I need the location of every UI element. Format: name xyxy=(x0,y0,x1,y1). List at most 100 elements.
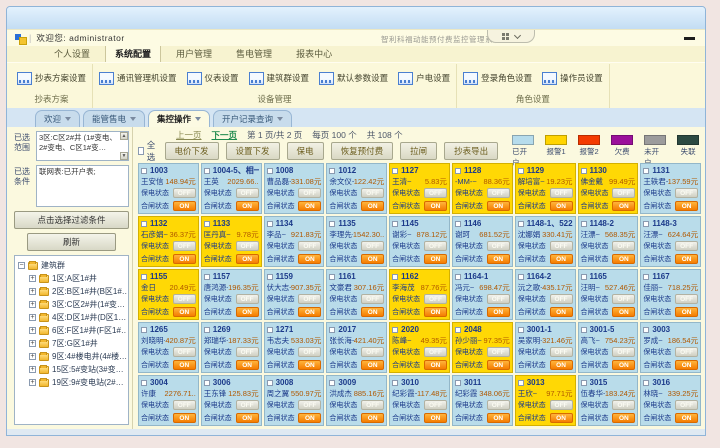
keep-power-toggle[interactable]: OFF xyxy=(550,347,573,357)
tree-item[interactable]: + 15区:5#变站(3#变… xyxy=(18,363,127,376)
card-checkbox[interactable] xyxy=(643,380,649,386)
card-checkbox[interactable] xyxy=(455,168,461,174)
card-checkbox[interactable] xyxy=(392,274,398,280)
card-checkbox[interactable] xyxy=(392,168,398,174)
card-checkbox[interactable] xyxy=(643,274,649,280)
gate-state-toggle[interactable]: ON xyxy=(236,307,259,317)
gate-state-toggle[interactable]: ON xyxy=(424,307,447,317)
keep-power-toggle[interactable]: OFF xyxy=(361,347,384,357)
document-tab[interactable]: 能管售电 xyxy=(83,110,145,127)
gate-state-toggle[interactable]: ON xyxy=(173,413,196,423)
keep-power-toggle[interactable]: OFF xyxy=(612,294,635,304)
gate-state-toggle[interactable]: ON xyxy=(298,254,321,264)
gate-state-toggle[interactable]: ON xyxy=(298,413,321,423)
tree-item[interactable]: + 7区:G区1#井 xyxy=(18,337,127,350)
toolbar-button[interactable]: 设置下发 xyxy=(226,142,280,160)
tree-expander-icon[interactable]: + xyxy=(29,275,36,282)
gate-state-toggle[interactable]: ON xyxy=(424,413,447,423)
gate-state-toggle[interactable]: ON xyxy=(361,254,384,264)
keep-power-toggle[interactable]: OFF xyxy=(612,241,635,251)
card-checkbox[interactable] xyxy=(518,274,524,280)
tree-expander-icon[interactable]: + xyxy=(29,314,36,321)
gate-state-toggle[interactable]: ON xyxy=(487,360,510,370)
card-checkbox[interactable] xyxy=(392,380,398,386)
selected-filter-box[interactable]: 联网表:已开户表; xyxy=(36,165,129,207)
card-checkbox[interactable] xyxy=(518,327,524,333)
keep-power-toggle[interactable]: OFF xyxy=(173,400,196,410)
card-checkbox[interactable] xyxy=(141,168,147,174)
gate-state-toggle[interactable]: ON xyxy=(298,307,321,317)
choose-filter-button[interactable]: 点击选择过滤条件 xyxy=(14,211,129,229)
card-checkbox[interactable] xyxy=(518,380,524,386)
card-checkbox[interactable] xyxy=(581,274,587,280)
keep-power-toggle[interactable]: OFF xyxy=(612,347,635,357)
gate-state-toggle[interactable]: ON xyxy=(173,254,196,264)
gate-state-toggle[interactable]: ON xyxy=(612,307,635,317)
card-checkbox[interactable] xyxy=(267,327,273,333)
keep-power-toggle[interactable]: OFF xyxy=(424,241,447,251)
keep-power-toggle[interactable]: OFF xyxy=(675,400,698,410)
tree-item[interactable]: + 4区:D区1#井(D区1… xyxy=(18,311,127,324)
menu-item[interactable]: 报表中心 xyxy=(287,45,341,62)
gate-state-toggle[interactable]: ON xyxy=(612,413,635,423)
keep-power-toggle[interactable]: OFF xyxy=(298,294,321,304)
card-checkbox[interactable] xyxy=(267,168,273,174)
card-checkbox[interactable] xyxy=(204,327,210,333)
gate-state-toggle[interactable]: ON xyxy=(298,360,321,370)
gate-state-toggle[interactable]: ON xyxy=(487,201,510,211)
card-checkbox[interactable] xyxy=(455,380,461,386)
ribbon-button[interactable]: 通讯管理机设置 xyxy=(99,72,177,85)
tree-expander-icon[interactable]: + xyxy=(29,379,36,386)
card-checkbox[interactable] xyxy=(141,380,147,386)
keep-power-toggle[interactable]: OFF xyxy=(487,400,510,410)
gate-state-toggle[interactable]: ON xyxy=(236,254,259,264)
menu-item[interactable]: 系统配置 xyxy=(105,44,161,62)
document-tab[interactable]: 开户记录查询 xyxy=(213,110,292,127)
keep-power-toggle[interactable]: OFF xyxy=(487,188,510,198)
gate-state-toggle[interactable]: ON xyxy=(236,413,259,423)
tab-dropdown-icon[interactable] xyxy=(277,117,283,121)
keep-power-toggle[interactable]: OFF xyxy=(236,241,259,251)
gate-state-toggle[interactable]: ON xyxy=(173,201,196,211)
tree-item[interactable]: + 19区:9#变电站(2#… xyxy=(18,376,127,389)
gate-state-toggle[interactable]: ON xyxy=(361,413,384,423)
card-checkbox[interactable] xyxy=(455,274,461,280)
ribbon-button[interactable]: 抄表方案设置 xyxy=(17,72,86,85)
keep-power-toggle[interactable]: OFF xyxy=(173,241,196,251)
card-checkbox[interactable] xyxy=(581,168,587,174)
card-checkbox[interactable] xyxy=(455,327,461,333)
card-checkbox[interactable] xyxy=(267,274,273,280)
ribbon-button[interactable]: 户电设置 xyxy=(398,72,450,85)
gate-state-toggle[interactable]: ON xyxy=(424,254,447,264)
gate-state-toggle[interactable]: ON xyxy=(675,413,698,423)
keep-power-toggle[interactable]: OFF xyxy=(236,347,259,357)
card-checkbox[interactable] xyxy=(329,274,335,280)
select-all-checkbox[interactable] xyxy=(138,147,144,155)
card-checkbox[interactable] xyxy=(204,380,210,386)
scroll-arrows[interactable]: ▲▼ xyxy=(120,132,128,160)
card-checkbox[interactable] xyxy=(392,327,398,333)
ribbon-button[interactable]: 建筑群设置 xyxy=(249,72,310,85)
gate-state-toggle[interactable]: ON xyxy=(424,360,447,370)
keep-power-toggle[interactable]: OFF xyxy=(236,188,259,198)
card-checkbox[interactable] xyxy=(643,168,649,174)
toolbar-button[interactable]: 恢复预付费 xyxy=(331,142,394,160)
card-checkbox[interactable] xyxy=(204,274,210,280)
card-checkbox[interactable] xyxy=(643,221,649,227)
keep-power-toggle[interactable]: OFF xyxy=(298,347,321,357)
menu-item[interactable]: 个人设置 xyxy=(45,45,99,62)
document-tab[interactable]: 集控操作 xyxy=(148,110,210,127)
window-grid-icon[interactable] xyxy=(502,33,509,40)
card-checkbox[interactable] xyxy=(267,380,273,386)
tree-expander-icon[interactable]: + xyxy=(29,340,36,347)
gate-state-toggle[interactable]: ON xyxy=(298,201,321,211)
menu-item[interactable]: 用户管理 xyxy=(167,45,221,62)
ribbon-button[interactable]: 仪表设置 xyxy=(187,72,239,85)
gate-state-toggle[interactable]: ON xyxy=(612,360,635,370)
gate-state-toggle[interactable]: ON xyxy=(361,307,384,317)
keep-power-toggle[interactable]: OFF xyxy=(236,400,259,410)
card-checkbox[interactable] xyxy=(518,221,524,227)
keep-power-toggle[interactable]: OFF xyxy=(424,347,447,357)
card-checkbox[interactable] xyxy=(392,221,398,227)
keep-power-toggle[interactable]: OFF xyxy=(361,294,384,304)
